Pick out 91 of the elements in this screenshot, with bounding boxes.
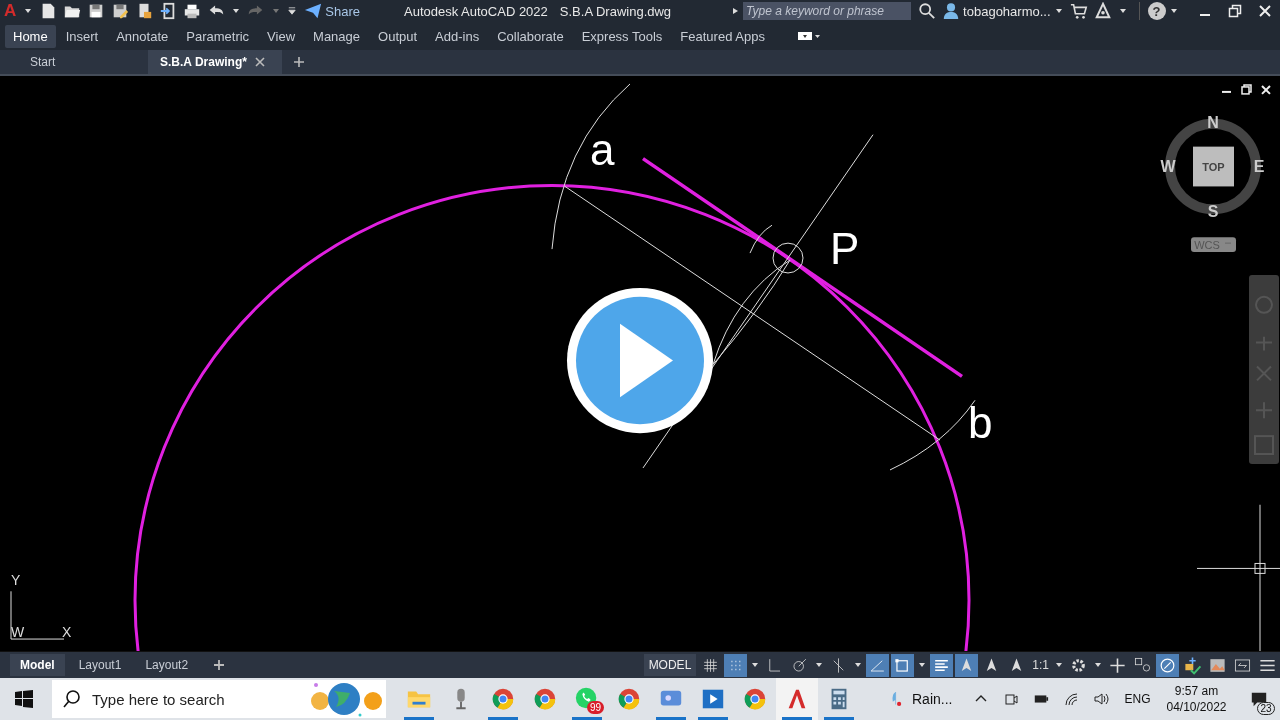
compass-letter[interactable]: S [1207,203,1219,221]
browser-icon[interactable] [532,686,558,712]
weather-text[interactable]: Rain... [912,691,953,707]
file-name: S.B.A Drawing.dwg [559,3,672,19]
axis-label: X [62,624,72,641]
cart-icon[interactable] [1069,2,1088,20]
point-label: b [968,398,993,448]
taskbar-button[interactable]: 99 [566,678,608,720]
expand-arrow-icon[interactable] [731,7,740,15]
notification-count: 23 [1257,702,1275,715]
caret-icon[interactable] [751,661,760,669]
search-icon [62,689,82,709]
save-as-icon[interactable] [111,2,130,20]
customize-icon[interactable] [288,7,297,15]
point-label: P [830,224,860,273]
ribbon-tab[interactable]: Collaborate [489,24,572,48]
search-field[interactable]: Type a keyword or phrase [743,2,912,20]
print-icon[interactable] [183,2,202,20]
user-icon[interactable] [942,2,961,20]
ribbon-tab[interactable]: View [259,24,304,48]
ribbon-tab[interactable]: Featured Apps [672,24,773,48]
caret-icon[interactable] [854,661,863,669]
viewcube-face[interactable] [1193,146,1234,187]
file-tab-label[interactable]: S.B.A Drawing* [160,55,247,69]
restore-icon[interactable] [1241,84,1252,95]
compass-letter[interactable]: N [1207,113,1219,131]
point-circle [772,242,804,274]
panel-toggle-icon[interactable] [796,31,821,41]
caret-icon[interactable] [1054,7,1063,15]
volume-icon[interactable] [1093,691,1110,707]
taskbar-button[interactable] [776,678,818,720]
language-indicator[interactable]: ENG [1124,692,1151,706]
caret-icon[interactable] [918,661,927,669]
file-tab[interactable]: Start [18,50,148,74]
wifi-icon[interactable] [1063,691,1080,707]
caret-icon[interactable] [232,7,241,15]
meet-now-icon[interactable] [1003,691,1020,707]
window-title: Autodesk AutoCAD 2022 [404,3,548,19]
snap-icon[interactable] [724,653,748,677]
search-icon[interactable] [918,2,937,20]
ribbon-tab[interactable]: Output [370,24,426,48]
file-tab-label[interactable]: Start [30,55,56,69]
axis-label: Y [11,572,21,589]
layout-tab[interactable]: Model [10,654,65,676]
caret-icon[interactable] [1055,661,1063,669]
add-layout-icon[interactable] [214,660,225,670]
restore-icon[interactable] [1228,4,1242,18]
caret-icon[interactable] [1118,7,1127,15]
ribbon-tab[interactable]: Insert [57,24,107,48]
windows-start-icon[interactable] [14,689,34,709]
user-name[interactable]: tobagoharmo... [963,3,1051,19]
ribbon-tab[interactable]: Annotate [108,24,177,48]
layout-tab[interactable]: Layout1 [68,654,132,676]
search-field[interactable]: Type here to search [90,689,310,709]
annotation-icon[interactable] [955,653,979,677]
play-button[interactable] [567,287,713,434]
compass-letter[interactable]: W [1160,158,1176,176]
caret-icon[interactable] [815,661,824,669]
new-tab-icon[interactable] [294,57,304,67]
caret-icon[interactable] [1094,661,1102,669]
ribbon-tab[interactable]: Add-ins [427,24,488,48]
annotation-scale-button[interactable]: 1:1 [1030,655,1051,675]
caret-icon[interactable] [24,7,33,15]
ribbon-tab[interactable]: Manage [305,24,369,48]
point-label: a [590,124,615,174]
ribbon-tab[interactable]: Express Tools [573,24,671,48]
notification-badge: 99 [586,701,604,714]
model-space-button[interactable]: MODEL [643,654,697,676]
clock-time[interactable]: 9:57 am [1174,683,1219,699]
clock-date[interactable]: 04/10/2022 [1166,699,1227,715]
caret-icon[interactable] [1169,7,1178,15]
viewcube-label: TOP [1202,160,1225,173]
osnap-icon[interactable] [891,653,915,677]
browser-icon[interactable] [616,686,642,712]
paper-plane-icon [304,2,323,20]
browser-icon[interactable] [490,686,516,712]
taskbar-search-bar[interactable]: Type here to search [52,680,386,718]
share-button[interactable]: Share [300,2,364,20]
ribbon-tab[interactable]: Home [5,24,56,48]
hardware-icon[interactable] [1156,653,1179,677]
lineweight-icon[interactable] [930,653,954,677]
file-tab[interactable]: S.B.A Drawing* [148,50,282,74]
compass-letter[interactable]: E [1253,158,1265,176]
triangle-network-icon[interactable] [1093,2,1112,20]
minimize-icon[interactable] [1221,90,1232,93]
help-button[interactable]: ? [1147,2,1166,20]
layout-tab[interactable]: Layout2 [135,654,199,676]
construction-arc [749,224,773,254]
ucs-label: W [11,624,25,641]
ribbon-tab[interactable]: Parametric [178,24,258,48]
browser-icon[interactable] [742,686,768,712]
